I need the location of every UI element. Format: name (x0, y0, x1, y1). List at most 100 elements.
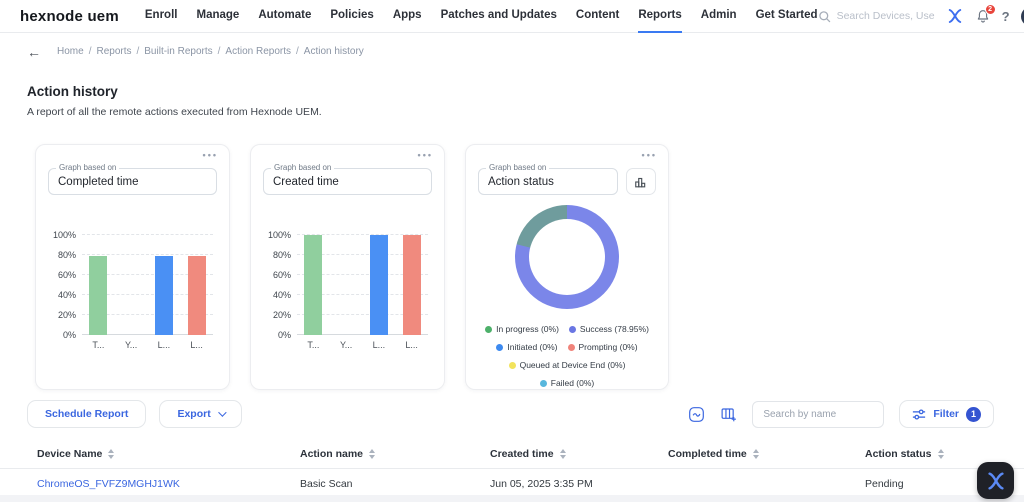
select-value: Created time (273, 175, 339, 188)
legend-dot-icon (568, 325, 576, 333)
x-axis-label: T... (307, 340, 320, 350)
breadcrumb-action-history[interactable]: Action history (304, 46, 364, 57)
bar-chart-toggle-button[interactable] (626, 168, 656, 195)
x-axis-label: Y... (124, 340, 138, 350)
bar-L... (187, 256, 206, 335)
nav-item-get-started[interactable]: Get Started (756, 0, 818, 33)
legend-dot-icon (539, 379, 547, 387)
bar-T... (89, 256, 108, 335)
notifications-bell-icon[interactable]: 2 (975, 4, 996, 24)
filter-sliders-icon (912, 408, 926, 421)
legend-label: Queued at Device End (0%) (519, 360, 626, 370)
bar-chart-plot: 0% 20% 40% 60% 80% 100% (53, 230, 213, 340)
filter-button[interactable]: Filter 1 (899, 400, 994, 428)
legend-dot-icon (485, 325, 493, 333)
more-dots-icon[interactable]: ••• (418, 150, 433, 160)
x-axis-label: L... (190, 340, 203, 350)
created-time-cell: Jun 05, 2025 3:35 PM (490, 478, 593, 490)
more-dots-icon[interactable]: ••• (203, 150, 218, 160)
nav-item-automate[interactable]: Automate (258, 0, 311, 33)
completed-time-chart-card: ••• Graph based on Completed time 0% 20% 4… (35, 144, 230, 390)
y-axis-tick-label: 40% (57, 290, 76, 300)
help-icon[interactable]: ? (1002, 9, 1010, 24)
nav-item-enroll[interactable]: Enroll (145, 0, 178, 33)
column-header-completed-time[interactable]: Completed time (668, 448, 865, 460)
action-name-cell: Basic Scan (300, 478, 353, 490)
breadcrumb-action-reports[interactable]: Action Reports (225, 46, 291, 57)
sort-icon (752, 449, 759, 459)
hexnode-support-widget[interactable] (977, 462, 1014, 499)
breadcrumb-bar: ← Home / Reports / Built-in Reports / Actio… (0, 33, 1024, 70)
nav-item-policies[interactable]: Policies (330, 0, 373, 33)
legend-label: Prompting (0%) (578, 342, 638, 352)
sort-icon (559, 449, 566, 459)
report-graph-icon[interactable] (688, 406, 705, 423)
customize-columns-icon[interactable] (720, 406, 737, 423)
table-header-row: Device Name Action name Created time Com… (0, 440, 1024, 469)
action-history-table: Device Name Action name Created time Com… (0, 440, 1024, 500)
legend-label: In progress (0%) (496, 324, 559, 334)
nav-item-patches-and-updates[interactable]: Patches and Updates (441, 0, 557, 33)
user-avatar[interactable] (1020, 6, 1024, 26)
legend-label: Initiated (0%) (507, 342, 558, 352)
y-axis-tick-label: 0% (277, 330, 291, 340)
column-header-device-name[interactable]: Device Name (37, 448, 300, 460)
graph-based-on-select[interactable]: Graph based on Created time (263, 163, 432, 195)
breadcrumb-separator: / (136, 46, 140, 57)
nav-item-admin[interactable]: Admin (701, 0, 737, 33)
export-button[interactable]: Export (159, 400, 242, 428)
bar-L... (402, 235, 421, 335)
x-axis-label: L... (372, 340, 386, 350)
toolbar-right-group: Filter 1 (688, 400, 994, 428)
bar-chart-x-labels: T... Y... L... L... (297, 340, 428, 350)
y-axis-tick-label: 60% (272, 270, 291, 280)
column-header-label: Device Name (37, 448, 103, 460)
select-value: Action status (488, 175, 554, 188)
back-arrow-icon[interactable]: ← (27, 44, 41, 60)
column-header-label: Action status (865, 448, 932, 460)
more-dots-icon[interactable]: ••• (642, 150, 657, 160)
page-header: Action history A report of all the remot… (0, 70, 1024, 118)
page-subtitle: A report of all the remote actions execu… (27, 106, 322, 118)
topbar-right-group: Search Devices, Use 2 ? (818, 4, 1024, 26)
global-search[interactable]: Search Devices, Use (818, 10, 935, 23)
hexnode-mark-icon[interactable] (946, 7, 964, 25)
nav-item-apps[interactable]: Apps (393, 0, 422, 33)
device-name-link[interactable]: ChromeOS_FVFZ9MGHJ1WK (37, 478, 300, 490)
y-axis-tick-label: 80% (272, 250, 291, 260)
donut-legend: In progress (0%) Success (78.95%) Initiate… (478, 324, 656, 388)
select-value: Completed time (58, 175, 139, 188)
table-toolbar: Schedule Report Export Search by name Fi… (27, 400, 994, 428)
breadcrumb-reports[interactable]: Reports (96, 46, 131, 57)
bar-L... (369, 235, 388, 335)
legend-item: In progress (0%) (485, 324, 559, 334)
select-floating-label: Graph based on (271, 163, 335, 172)
donut-hole (529, 219, 605, 295)
nav-item-reports[interactable]: Reports (638, 0, 682, 33)
column-header-label: Created time (490, 448, 554, 460)
schedule-report-button[interactable]: Schedule Report (27, 400, 147, 428)
column-header-action-status[interactable]: Action status (865, 448, 1004, 460)
y-axis-tick-label: 20% (272, 310, 291, 320)
select-floating-label: Graph based on (56, 163, 120, 172)
search-by-name-input[interactable] (752, 400, 885, 428)
y-axis-tick-label: 100% (52, 230, 76, 240)
legend-item: Success (78.95%) (568, 324, 649, 334)
bar-T... (304, 235, 323, 335)
breadcrumb-separator: / (217, 46, 221, 57)
nav-item-content[interactable]: Content (576, 0, 619, 33)
column-header-label: Action name (300, 448, 364, 460)
completed-time-bar-chart: 0% 20% 40% 60% 80% 100% T... Y... L... L... (48, 230, 217, 350)
nav-item-manage[interactable]: Manage (196, 0, 239, 33)
bar-L... (154, 256, 173, 335)
hexnode-uem-logo[interactable]: hexnode uem (20, 8, 119, 25)
breadcrumb-home[interactable]: Home (57, 46, 84, 57)
graph-based-on-select[interactable]: Graph based on Completed time (48, 163, 217, 195)
graph-based-on-select[interactable]: Graph based on Action status (478, 163, 618, 195)
column-header-created-time[interactable]: Created time (490, 448, 668, 460)
sort-icon (937, 449, 944, 459)
breadcrumb-built-in-reports[interactable]: Built-in Reports (144, 46, 212, 57)
column-header-action-name[interactable]: Action name (300, 448, 490, 460)
y-axis-tick-label: 0% (62, 330, 76, 340)
x-axis-label: T... (92, 340, 105, 350)
